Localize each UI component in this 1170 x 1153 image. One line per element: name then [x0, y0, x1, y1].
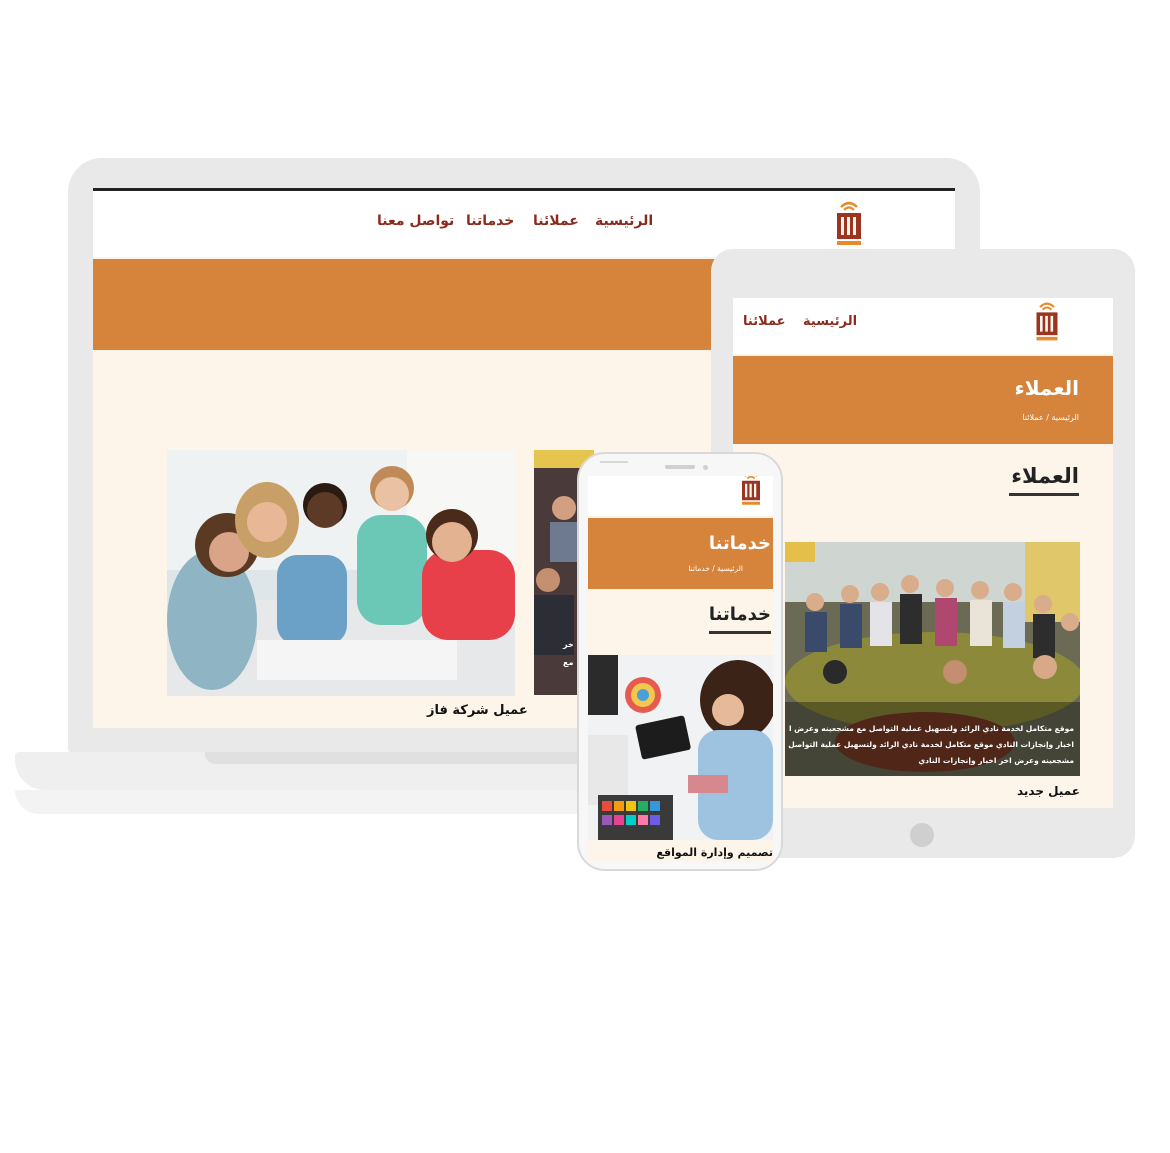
- phone-navbar: [588, 476, 773, 516]
- page-banner: العملاء الرئيسية / عملائنا: [733, 356, 1113, 444]
- client-photo[interactable]: موقع متكامل لخدمة نادي الرائد ولتسهيل عم…: [785, 542, 1080, 776]
- section-title: العملاء: [1011, 464, 1079, 488]
- service-caption: تصميم وإدارة المواقع: [656, 846, 773, 859]
- card2-text: خر: [563, 640, 574, 649]
- tablet-screen: الرئيسية عملائنا العملاء الرئيسية / عملا…: [733, 298, 1113, 808]
- phone-detail: [600, 461, 628, 463]
- nav-home[interactable]: الرئيسية: [803, 314, 857, 329]
- card2-text: مع: [563, 658, 574, 667]
- nav-clients[interactable]: عملائنا: [533, 213, 579, 229]
- service-photo[interactable]: [588, 655, 773, 840]
- brand-logo[interactable]: [1033, 300, 1061, 344]
- brand-logo[interactable]: [739, 476, 763, 508]
- overlay-text: مشجعينه وعرض اخر اخبار وإنجازات النادي: [918, 756, 1074, 765]
- section-title-underline: [709, 631, 771, 634]
- phone-camera: [703, 465, 708, 470]
- banner-title: العملاء: [1014, 376, 1079, 400]
- brand-logo[interactable]: [833, 199, 865, 249]
- breadcrumb: الرئيسية / عملائنا: [1022, 413, 1079, 422]
- nav-services[interactable]: خدماتنا: [466, 213, 514, 229]
- client-caption: عميل جديد: [1016, 784, 1080, 798]
- page-banner: خدماتنا الرئيسية / خدماتنا: [588, 518, 773, 589]
- phone-speaker: [665, 465, 695, 469]
- laptop-navbar: الرئيسية عملائنا خدماتنا تواصل معنا: [93, 191, 955, 257]
- tablet-navbar: الرئيسية عملائنا: [733, 298, 1113, 354]
- tablet-home-button: [910, 823, 934, 847]
- breadcrumb: الرئيسية / خدماتنا: [688, 564, 743, 573]
- nav-contact[interactable]: تواصل معنا: [377, 213, 454, 229]
- nav-home[interactable]: الرئيسية: [595, 213, 653, 229]
- nav-clients[interactable]: عملائنا: [743, 314, 786, 329]
- overlay-text: موقع متكامل لخدمة نادي الرائد ولتسهيل عم…: [788, 724, 1074, 733]
- client-photo[interactable]: [167, 450, 515, 696]
- phone-screen: خدماتنا الرئيسية / خدماتنا خدماتنا تصميم…: [588, 476, 773, 862]
- overlay-text: اخبار وإنجازات النادي موقع متكامل لخدمة …: [788, 740, 1074, 749]
- banner-title: خدماتنا: [708, 533, 771, 554]
- section-title-underline: [1009, 493, 1079, 496]
- section-title: خدماتنا: [708, 604, 771, 625]
- client-caption: عميل شركة فاز: [427, 703, 528, 718]
